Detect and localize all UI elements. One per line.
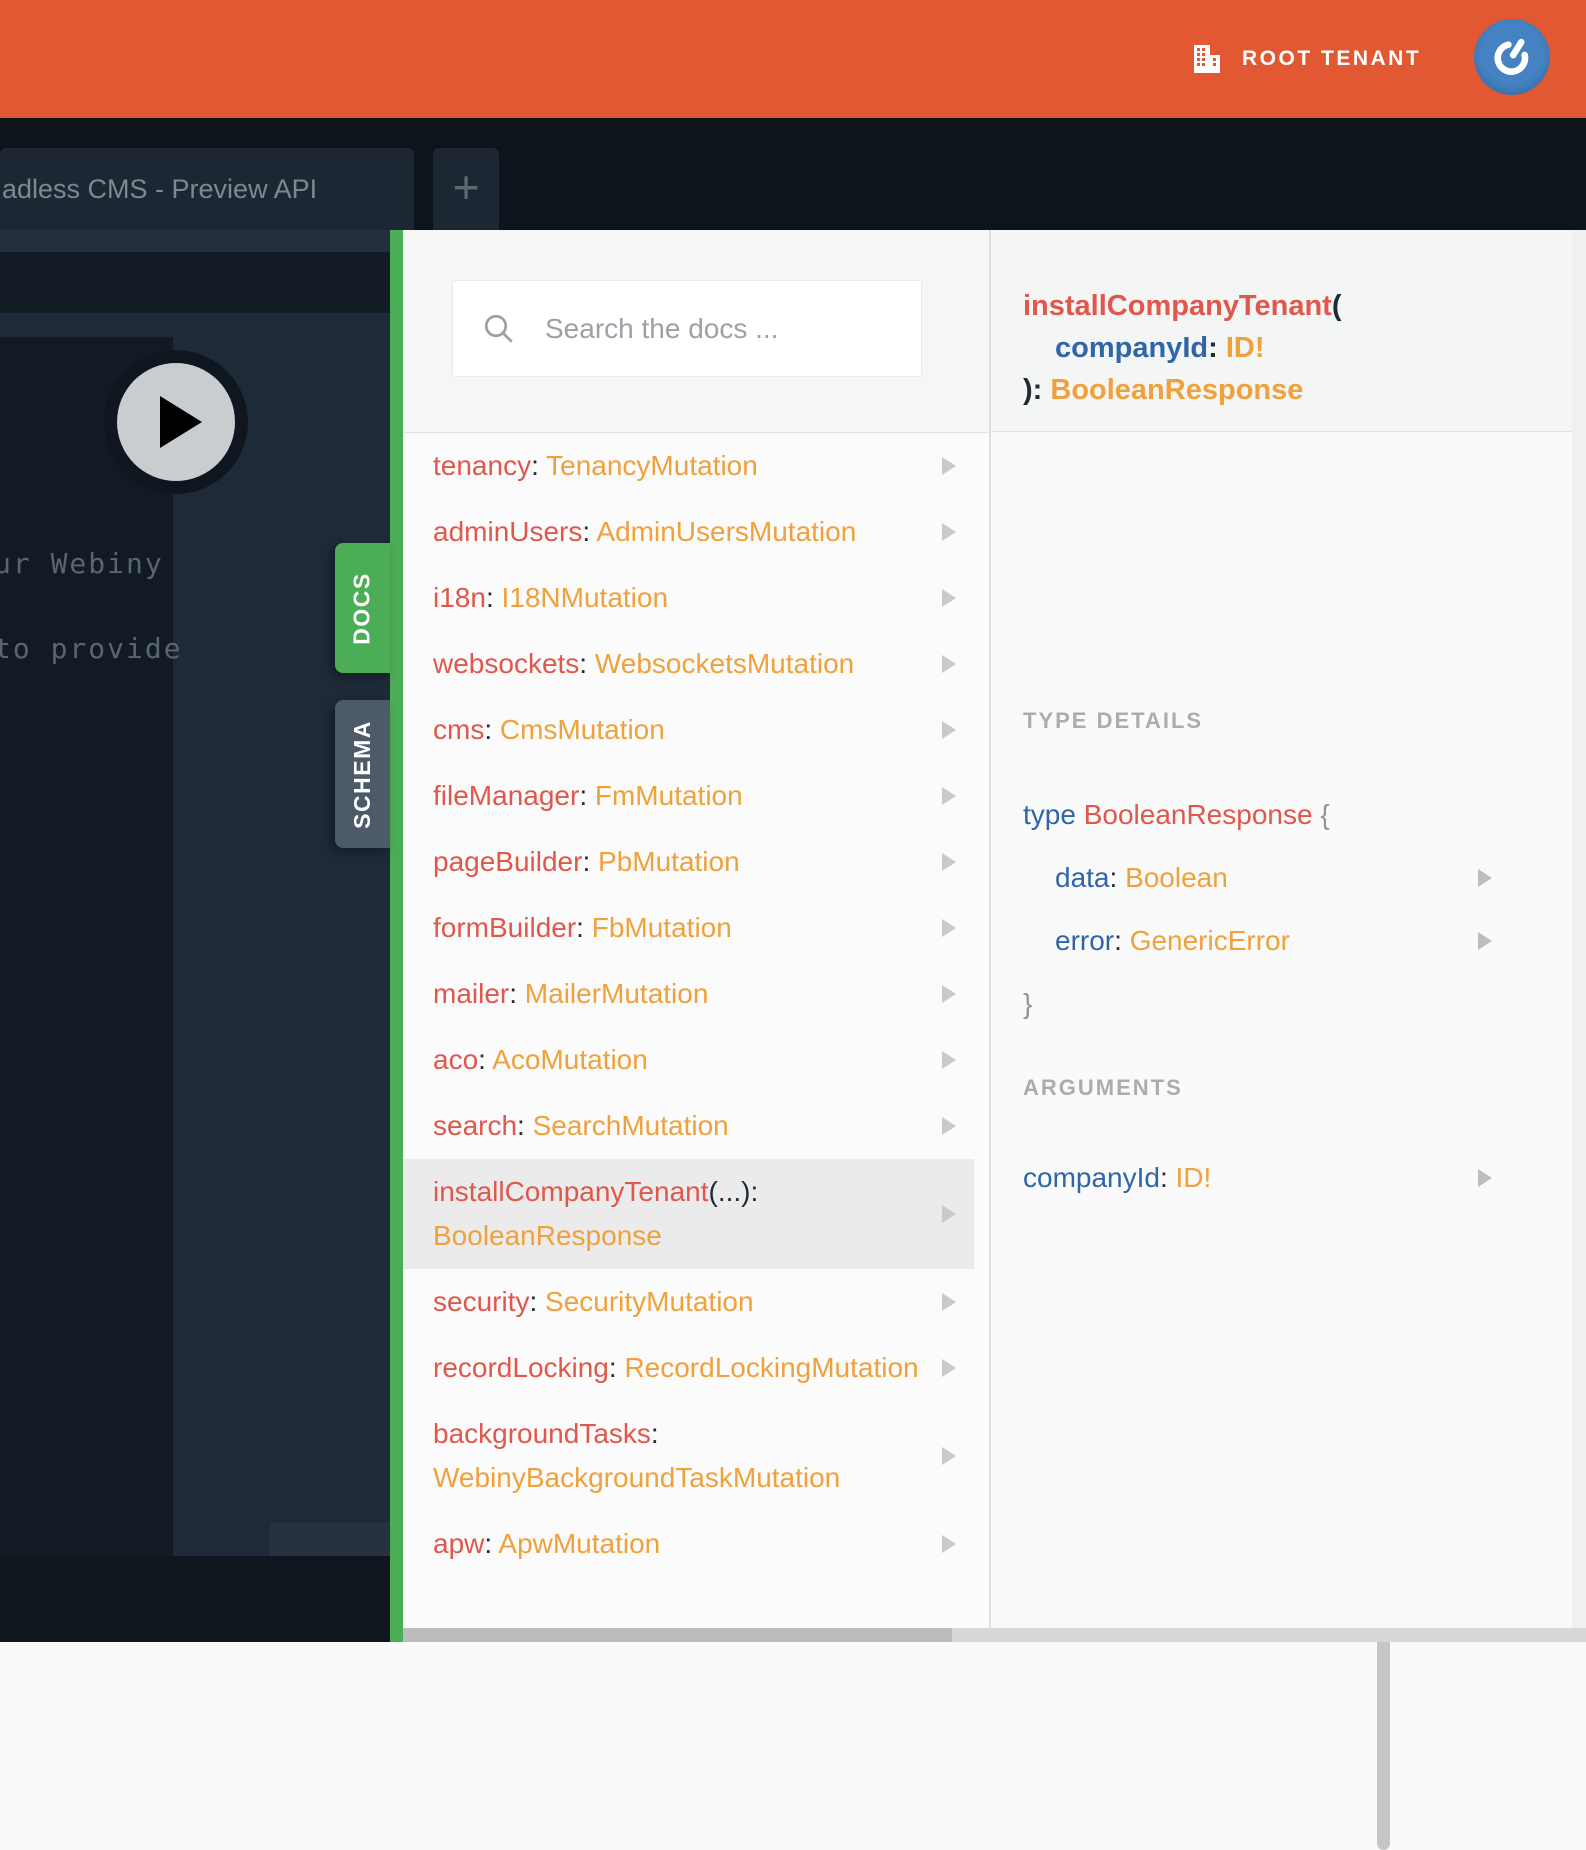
chevron-right-icon (942, 655, 956, 673)
type-field-data[interactable]: data: Boolean (1023, 857, 1330, 899)
docs-tab-label: DOCS (349, 571, 376, 645)
type-declaration-line[interactable]: type BooleanResponse { (1023, 794, 1330, 836)
docs-field-recordLocking[interactable]: recordLocking: RecordLockingMutation (403, 1335, 974, 1401)
docs-field-fileManager[interactable]: fileManager: FmMutation (403, 763, 974, 829)
field-signature-text: formBuilder: FbMutation (433, 912, 732, 943)
field-signature-text: installCompanyTenant(...): BooleanRespon… (433, 1176, 759, 1251)
field-signature-text: search: SearchMutation (433, 1110, 729, 1141)
type-definition-block: type BooleanResponse { data: Boolean err… (1023, 794, 1330, 1046)
type-closing-brace: } (1023, 988, 1033, 1019)
chevron-right-icon (942, 985, 956, 1003)
field-signature-text: i18n: I18NMutation (433, 582, 669, 613)
type-details-heading: TYPE DETAILS (1023, 708, 1204, 733)
field-signature-text: websockets: WebsocketsMutation (433, 648, 855, 679)
chevron-right-icon (942, 1205, 956, 1223)
tenant-name-label: ROOT TENANT (1242, 47, 1422, 70)
field-signature-text: adminUsers: AdminUsersMutation (433, 516, 857, 547)
detail-panel-scrollbar-track[interactable] (1572, 230, 1586, 1642)
signature-line-3: ): BooleanResponse (1023, 374, 1304, 406)
field-signature-text: backgroundTasks: WebinyBackgroundTaskMut… (433, 1418, 841, 1493)
code-comment-line: to provide (0, 632, 183, 665)
tab-docs[interactable]: DOCS (335, 543, 390, 673)
field-signature-text: fileManager: FmMutation (433, 780, 743, 811)
building-icon (1190, 42, 1224, 76)
user-avatar[interactable] (1474, 19, 1550, 95)
chevron-right-icon (1478, 1169, 1492, 1187)
chevron-right-icon (1478, 869, 1492, 887)
docs-field-apw[interactable]: apw: ApwMutation (403, 1511, 974, 1577)
horizontal-scrollbar-thumb[interactable] (403, 1628, 952, 1642)
docs-field-pageBuilder[interactable]: pageBuilder: PbMutation (403, 829, 974, 895)
docs-field-formBuilder[interactable]: formBuilder: FbMutation (403, 895, 974, 961)
chevron-right-icon (942, 1447, 956, 1465)
field-signature-text: apw: ApwMutation (433, 1528, 661, 1559)
schema-tab-label: SCHEMA (349, 719, 376, 829)
chevron-right-icon (942, 721, 956, 739)
signature-line-1: installCompanyTenant( (1023, 290, 1342, 322)
session-tab-title: adless CMS - Preview API (2, 173, 318, 204)
field-signature-block: installCompanyTenant( companyId: ID! ): … (991, 230, 1572, 432)
arguments-heading: ARGUMENTS (1023, 1075, 1183, 1100)
power-icon (1488, 33, 1536, 81)
chevron-right-icon (942, 1293, 956, 1311)
chevron-right-icon (942, 853, 956, 871)
type-field-error[interactable]: error: GenericError (1023, 920, 1330, 962)
variables-bar-fragment (270, 1522, 390, 1556)
chevron-right-icon (942, 1535, 956, 1553)
app-header: ROOT TENANT (0, 0, 1586, 118)
field-detail-panel: installCompanyTenant( companyId: ID! ): … (991, 230, 1586, 1642)
chevron-right-icon (942, 1117, 956, 1135)
tab-headless-cms-preview-api[interactable]: adless CMS - Preview API (0, 148, 414, 230)
code-comment-line: ur Webiny (0, 547, 164, 580)
query-code-area[interactable]: ur Webiny to provide (0, 337, 181, 1556)
docs-field-mailer[interactable]: mailer: MailerMutation (403, 961, 974, 1027)
docs-field-security[interactable]: security: SecurityMutation (403, 1269, 974, 1335)
play-icon (117, 363, 235, 481)
docs-field-cms[interactable]: cms: CmsMutation (403, 697, 974, 763)
query-editor-pane: ur Webiny to provide (0, 230, 390, 1642)
docs-panel-drag-bar[interactable] (390, 230, 403, 1642)
execute-query-button[interactable] (104, 350, 248, 494)
signature-line-2: companyId: ID! (1055, 332, 1265, 364)
argument-companyid[interactable]: companyId: ID! (1023, 1157, 1211, 1199)
tenant-selector[interactable]: ROOT TENANT (1190, 0, 1421, 118)
docs-field-i18n[interactable]: i18n: I18NMutation (403, 565, 974, 631)
chevron-right-icon (942, 589, 956, 607)
new-tab-button[interactable]: + (433, 148, 499, 230)
mutation-fields-list: tenancy: TenancyMutation adminUsers: Admi… (403, 433, 974, 1577)
plus-icon: + (452, 161, 480, 213)
docs-explorer-column: tenancy: TenancyMutation adminUsers: Admi… (403, 230, 1390, 1850)
field-signature-text: pageBuilder: PbMutation (433, 846, 740, 877)
chevron-right-icon (942, 787, 956, 805)
tab-schema[interactable]: SCHEMA (335, 700, 390, 848)
search-input[interactable] (543, 311, 921, 346)
docs-search-header (403, 230, 989, 433)
session-tab-bar: adless CMS - Preview API + (0, 118, 1586, 323)
editor-bottom-bar (0, 1556, 390, 1642)
docs-field-tenancy[interactable]: tenancy: TenancyMutation (403, 433, 974, 499)
docs-field-search[interactable]: search: SearchMutation (403, 1093, 974, 1159)
field-signature-text: mailer: MailerMutation (433, 978, 709, 1009)
docs-field-backgroundTasks[interactable]: backgroundTasks: WebinyBackgroundTaskMut… (403, 1401, 974, 1511)
docs-field-websockets[interactable]: websockets: WebsocketsMutation (403, 631, 974, 697)
editor-top-strip (0, 230, 390, 252)
chevron-right-icon (942, 1051, 956, 1069)
docs-field-adminUsers[interactable]: adminUsers: AdminUsersMutation (403, 499, 974, 565)
editor-dark-band (0, 252, 390, 313)
chevron-right-icon (942, 919, 956, 937)
docs-search-box[interactable] (452, 280, 922, 377)
docs-field-aco[interactable]: aco: AcoMutation (403, 1027, 974, 1093)
field-signature-text: aco: AcoMutation (433, 1044, 648, 1075)
search-icon (484, 314, 513, 343)
field-signature-text: tenancy: TenancyMutation (433, 450, 758, 481)
docs-field-installCompanyTenant[interactable]: installCompanyTenant(...): BooleanRespon… (403, 1159, 974, 1269)
field-signature-text: recordLocking: RecordLockingMutation (433, 1352, 919, 1383)
field-signature-text: security: SecurityMutation (433, 1286, 754, 1317)
chevron-right-icon (942, 1359, 956, 1377)
chevron-right-icon (942, 457, 956, 475)
chevron-right-icon (942, 523, 956, 541)
chevron-right-icon (1478, 932, 1492, 950)
field-signature-text: cms: CmsMutation (433, 714, 665, 745)
